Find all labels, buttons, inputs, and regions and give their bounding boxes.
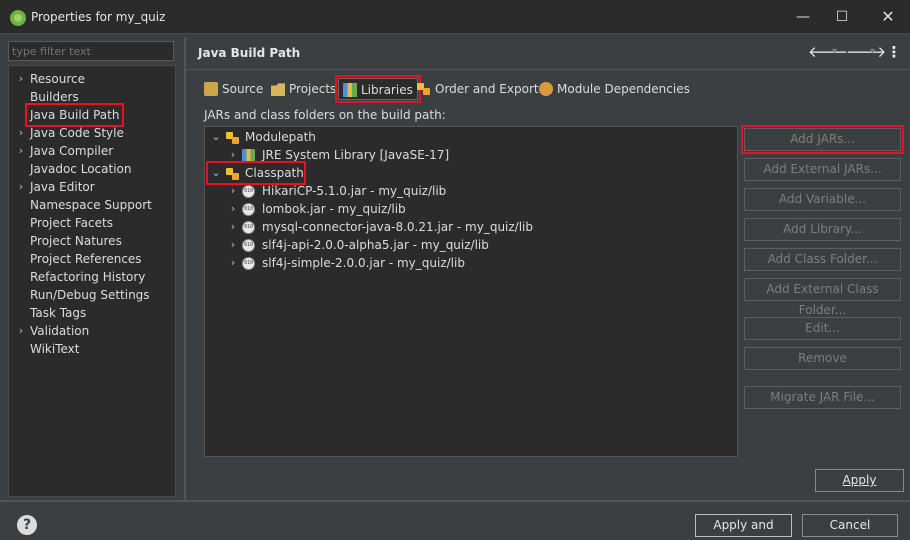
sidebar-item-java-compiler[interactable]: › Java Compiler — [9, 142, 175, 160]
sidebar-item-run-debug-settings[interactable]: Run/Debug Settings — [9, 286, 175, 304]
source-folder-icon — [204, 82, 218, 96]
chevron-down-icon[interactable]: ⌄ — [211, 164, 221, 182]
sidebar-item-resource[interactable]: › Resource — [9, 70, 175, 88]
filter-input[interactable] — [8, 41, 174, 61]
add-external-jars-button[interactable]: Add External JARs... — [744, 158, 901, 181]
header-separator — [186, 69, 910, 70]
tree-node-jre-library[interactable]: › JRE System Library [JavaSE-17] — [205, 146, 737, 164]
chevron-right-icon[interactable]: › — [16, 142, 26, 160]
sidebar-item-project-facets[interactable]: Project Facets — [9, 214, 175, 232]
sidebar-item-java-build-path[interactable]: Java Build Path — [9, 103, 175, 127]
tree-node-jar[interactable]: › lombok.jar - my_quiz/lib — [205, 200, 737, 218]
tab-libraries[interactable]: Libraries — [335, 75, 421, 103]
back-arrow-icon[interactable]: 🡐 — [808, 42, 848, 62]
jar-icon — [242, 185, 255, 198]
chevron-right-icon[interactable]: › — [16, 322, 26, 340]
apply-and-close-button[interactable]: Apply and Close — [695, 514, 792, 540]
order-export-icon — [417, 82, 431, 96]
chevron-right-icon[interactable]: › — [228, 254, 238, 272]
chevron-right-icon[interactable]: › — [228, 182, 238, 200]
jar-icon — [242, 257, 255, 270]
chevron-right-icon[interactable]: › — [16, 124, 26, 142]
apply-button[interactable]: Apply — [815, 469, 904, 492]
tree-node-jar[interactable]: › HikariCP-5.1.0.jar - my_quiz/lib — [205, 182, 737, 200]
tree-node-jar[interactable]: › slf4j-simple-2.0.0.jar - my_quiz/lib — [205, 254, 737, 272]
tree-node-classpath[interactable]: ⌄ Classpath — [206, 161, 306, 185]
build-path-icon — [226, 131, 239, 144]
tree-node-jar[interactable]: › mysql-connector-java-8.0.21.jar - my_q… — [205, 218, 737, 236]
window-title: Properties for my_quiz — [31, 10, 166, 24]
library-icon — [242, 149, 255, 162]
migrate-jar-button[interactable]: Migrate JAR File... — [744, 386, 901, 409]
cancel-button[interactable]: Cancel — [802, 514, 898, 537]
sidebar-item-refactoring-history[interactable]: Refactoring History — [9, 268, 175, 286]
build-path-icon — [226, 167, 239, 180]
title-bar: Properties for my_quiz — ☐ ✕ — [0, 0, 910, 34]
footer-separator — [0, 500, 910, 502]
jar-icon — [242, 239, 255, 252]
page-title: Java Build Path — [198, 46, 301, 60]
sidebar-item-validation[interactable]: › Validation — [9, 322, 175, 340]
add-class-folder-button[interactable]: Add Class Folder... — [744, 248, 901, 271]
panel-divider[interactable] — [184, 38, 186, 500]
build-path-tree[interactable]: ⌄ Modulepath › JRE System Library [JavaS… — [204, 126, 738, 457]
libraries-icon — [343, 83, 357, 97]
tree-node-modulepath[interactable]: ⌄ Modulepath — [205, 128, 737, 146]
tab-module-dependencies[interactable]: Module Dependencies — [539, 78, 690, 100]
chevron-right-icon[interactable]: › — [228, 218, 238, 236]
projects-icon — [271, 83, 285, 96]
view-menu-icon[interactable]: ⋮ — [884, 42, 904, 62]
edit-button[interactable]: Edit... — [744, 317, 901, 340]
sidebar-item-project-references[interactable]: Project References — [9, 250, 175, 268]
module-icon — [539, 82, 553, 96]
help-icon[interactable]: ? — [17, 515, 37, 535]
chevron-right-icon[interactable]: › — [16, 178, 26, 196]
jar-icon — [242, 221, 255, 234]
chevron-right-icon[interactable]: › — [16, 70, 26, 88]
chevron-down-icon[interactable]: ⌄ — [211, 128, 221, 146]
jar-icon — [242, 203, 255, 216]
chevron-right-icon[interactable]: › — [228, 200, 238, 218]
sidebar-item-builders[interactable]: Builders — [9, 88, 175, 106]
chevron-right-icon[interactable]: › — [228, 146, 238, 164]
remove-button[interactable]: Remove — [744, 347, 901, 370]
sidebar-item-namespace-support[interactable]: Namespace Support — [9, 196, 175, 214]
close-icon[interactable]: ✕ — [878, 7, 898, 27]
maximize-icon[interactable]: ☐ — [832, 7, 852, 27]
tree-node-jar[interactable]: › slf4j-api-2.0.0-alpha5.jar - my_quiz/l… — [205, 236, 737, 254]
sidebar-item-wikitext[interactable]: WikiText — [9, 340, 175, 358]
build-path-subtitle: JARs and class folders on the build path… — [204, 108, 446, 122]
tab-projects[interactable]: Projects — [271, 78, 336, 100]
forward-menu-chevron-down-icon[interactable]: ▾ — [870, 42, 875, 62]
sidebar-item-java-editor[interactable]: › Java Editor — [9, 178, 175, 196]
minimize-icon[interactable]: — — [793, 7, 813, 27]
left-panel: ›Resource Builders Java Build Path ›Java… — [5, 38, 176, 498]
spring-leaf-icon — [10, 10, 26, 26]
property-page-tree: › Resource Builders Java Build Path › Java… — [8, 65, 176, 497]
back-menu-chevron-down-icon[interactable]: ▾ — [832, 42, 837, 62]
chevron-right-icon[interactable]: › — [228, 236, 238, 254]
sidebar-item-javadoc-location[interactable]: Javadoc Location — [9, 160, 175, 178]
sidebar-item-task-tags[interactable]: Task Tags — [9, 304, 175, 322]
add-library-button[interactable]: Add Library... — [744, 218, 901, 241]
tab-source[interactable]: Source — [204, 78, 263, 100]
add-jars-button[interactable]: Add JARs... — [741, 125, 904, 154]
forward-arrow-icon[interactable]: 🡒 — [846, 42, 886, 62]
tab-order-and-export[interactable]: Order and Export — [417, 78, 539, 100]
sidebar-item-project-natures[interactable]: Project Natures — [9, 232, 175, 250]
add-external-class-folder-button[interactable]: Add External Class Folder... — [744, 278, 901, 317]
add-variable-button[interactable]: Add Variable... — [744, 188, 901, 211]
sidebar-item-java-code-style[interactable]: › Java Code Style — [9, 124, 175, 142]
